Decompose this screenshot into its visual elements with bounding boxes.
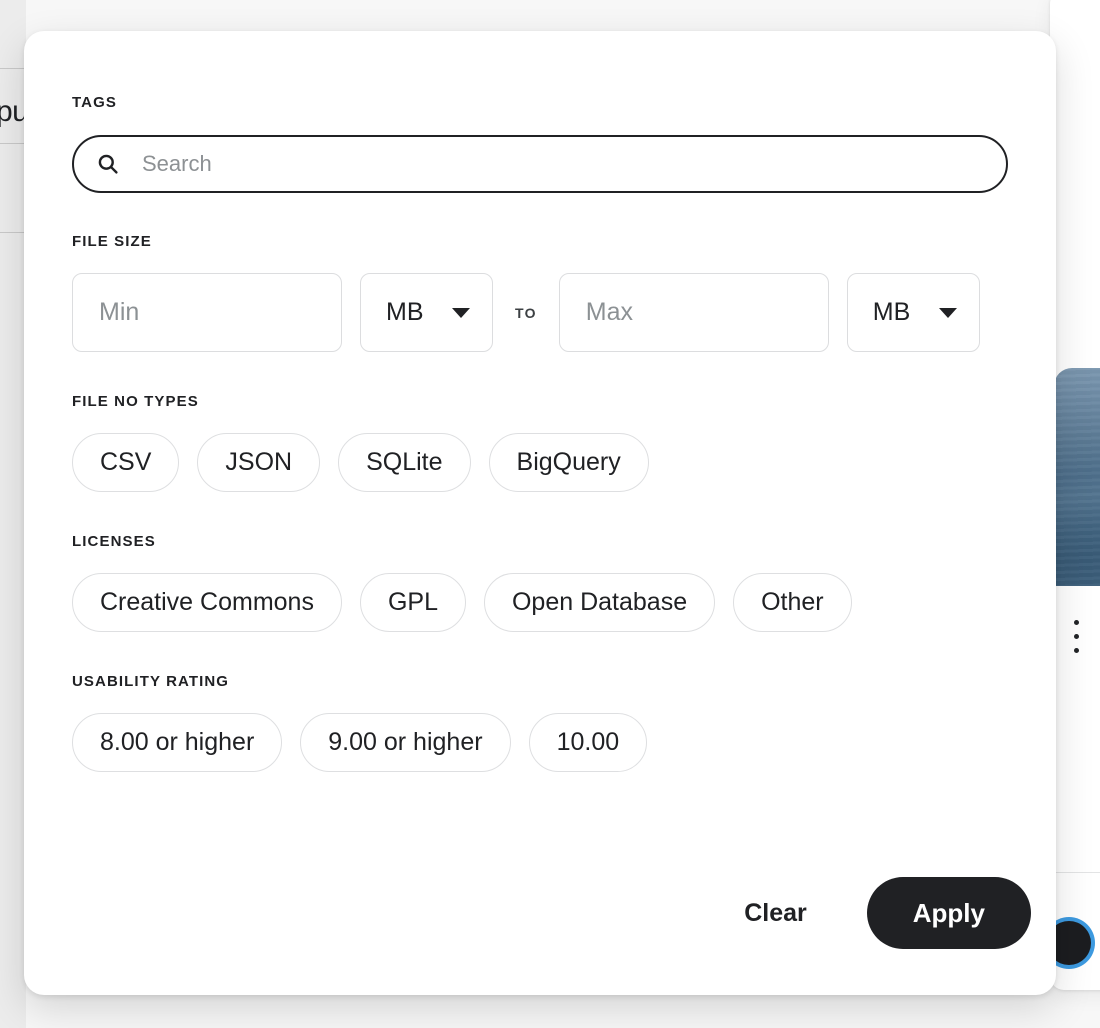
file-size-min-unit-value: MB [386, 298, 424, 327]
background-left-rail [0, 0, 26, 1028]
licenses-section-label: LICENSES [72, 534, 1008, 549]
file-types-section-label: FILE NO TYPES [72, 394, 1008, 409]
usability-chip-row: 8.00 or higher 9.00 or higher 10.00 [72, 713, 1008, 772]
file-types-section: FILE NO TYPES CSV JSON SQLite BigQuery [72, 352, 1008, 492]
file-size-section-label: FILE SIZE [72, 234, 1008, 249]
file-type-chip[interactable]: JSON [197, 433, 320, 492]
card-divider [1050, 872, 1100, 873]
usability-section: USABILITY RATING 8.00 or higher 9.00 or h… [72, 632, 1008, 772]
usability-chip[interactable]: 10.00 [529, 713, 648, 772]
filters-modal: TAGS FILE SIZE MB TO [24, 31, 1056, 995]
search-icon [96, 152, 120, 176]
tags-search-wrapper[interactable] [72, 135, 1008, 193]
dataset-thumbnail-image [1054, 368, 1100, 586]
license-chip[interactable]: Creative Commons [72, 573, 342, 632]
file-types-chip-row: CSV JSON SQLite BigQuery [72, 433, 1008, 492]
licenses-chip-row: Creative Commons GPL Open Database Other [72, 573, 1008, 632]
tags-search-input[interactable] [140, 148, 984, 180]
modal-footer: Clear Apply [730, 877, 1031, 949]
file-size-max-unit-value: MB [873, 298, 911, 327]
license-chip[interactable]: Other [733, 573, 852, 632]
file-size-max-input[interactable] [559, 273, 829, 352]
tags-section: TAGS [72, 31, 1008, 193]
chevron-down-icon [452, 308, 470, 318]
file-size-controls: MB TO MB [72, 273, 1008, 352]
usability-section-label: USABILITY RATING [72, 674, 1008, 689]
file-type-chip[interactable]: SQLite [338, 433, 470, 492]
file-type-chip[interactable]: CSV [72, 433, 179, 492]
apply-button[interactable]: Apply [867, 877, 1031, 949]
file-size-min-input[interactable] [72, 273, 342, 352]
file-size-to-label: TO [515, 305, 537, 321]
licenses-section: LICENSES Creative Commons GPL Open Databas… [72, 492, 1008, 632]
file-size-max-unit-select[interactable]: MB [847, 273, 980, 352]
more-vertical-icon[interactable] [1071, 620, 1082, 653]
page-root: pu TAGS FILE SIZE [0, 0, 1100, 1028]
chevron-down-icon [939, 308, 957, 318]
license-chip[interactable]: Open Database [484, 573, 715, 632]
usability-chip[interactable]: 9.00 or higher [300, 713, 510, 772]
file-size-min-unit-select[interactable]: MB [360, 273, 493, 352]
tags-section-label: TAGS [72, 95, 1008, 110]
clear-button[interactable]: Clear [730, 889, 821, 938]
file-type-chip[interactable]: BigQuery [489, 433, 649, 492]
license-chip[interactable]: GPL [360, 573, 466, 632]
usability-chip[interactable]: 8.00 or higher [72, 713, 282, 772]
file-size-section: FILE SIZE MB TO MB [72, 193, 1008, 352]
